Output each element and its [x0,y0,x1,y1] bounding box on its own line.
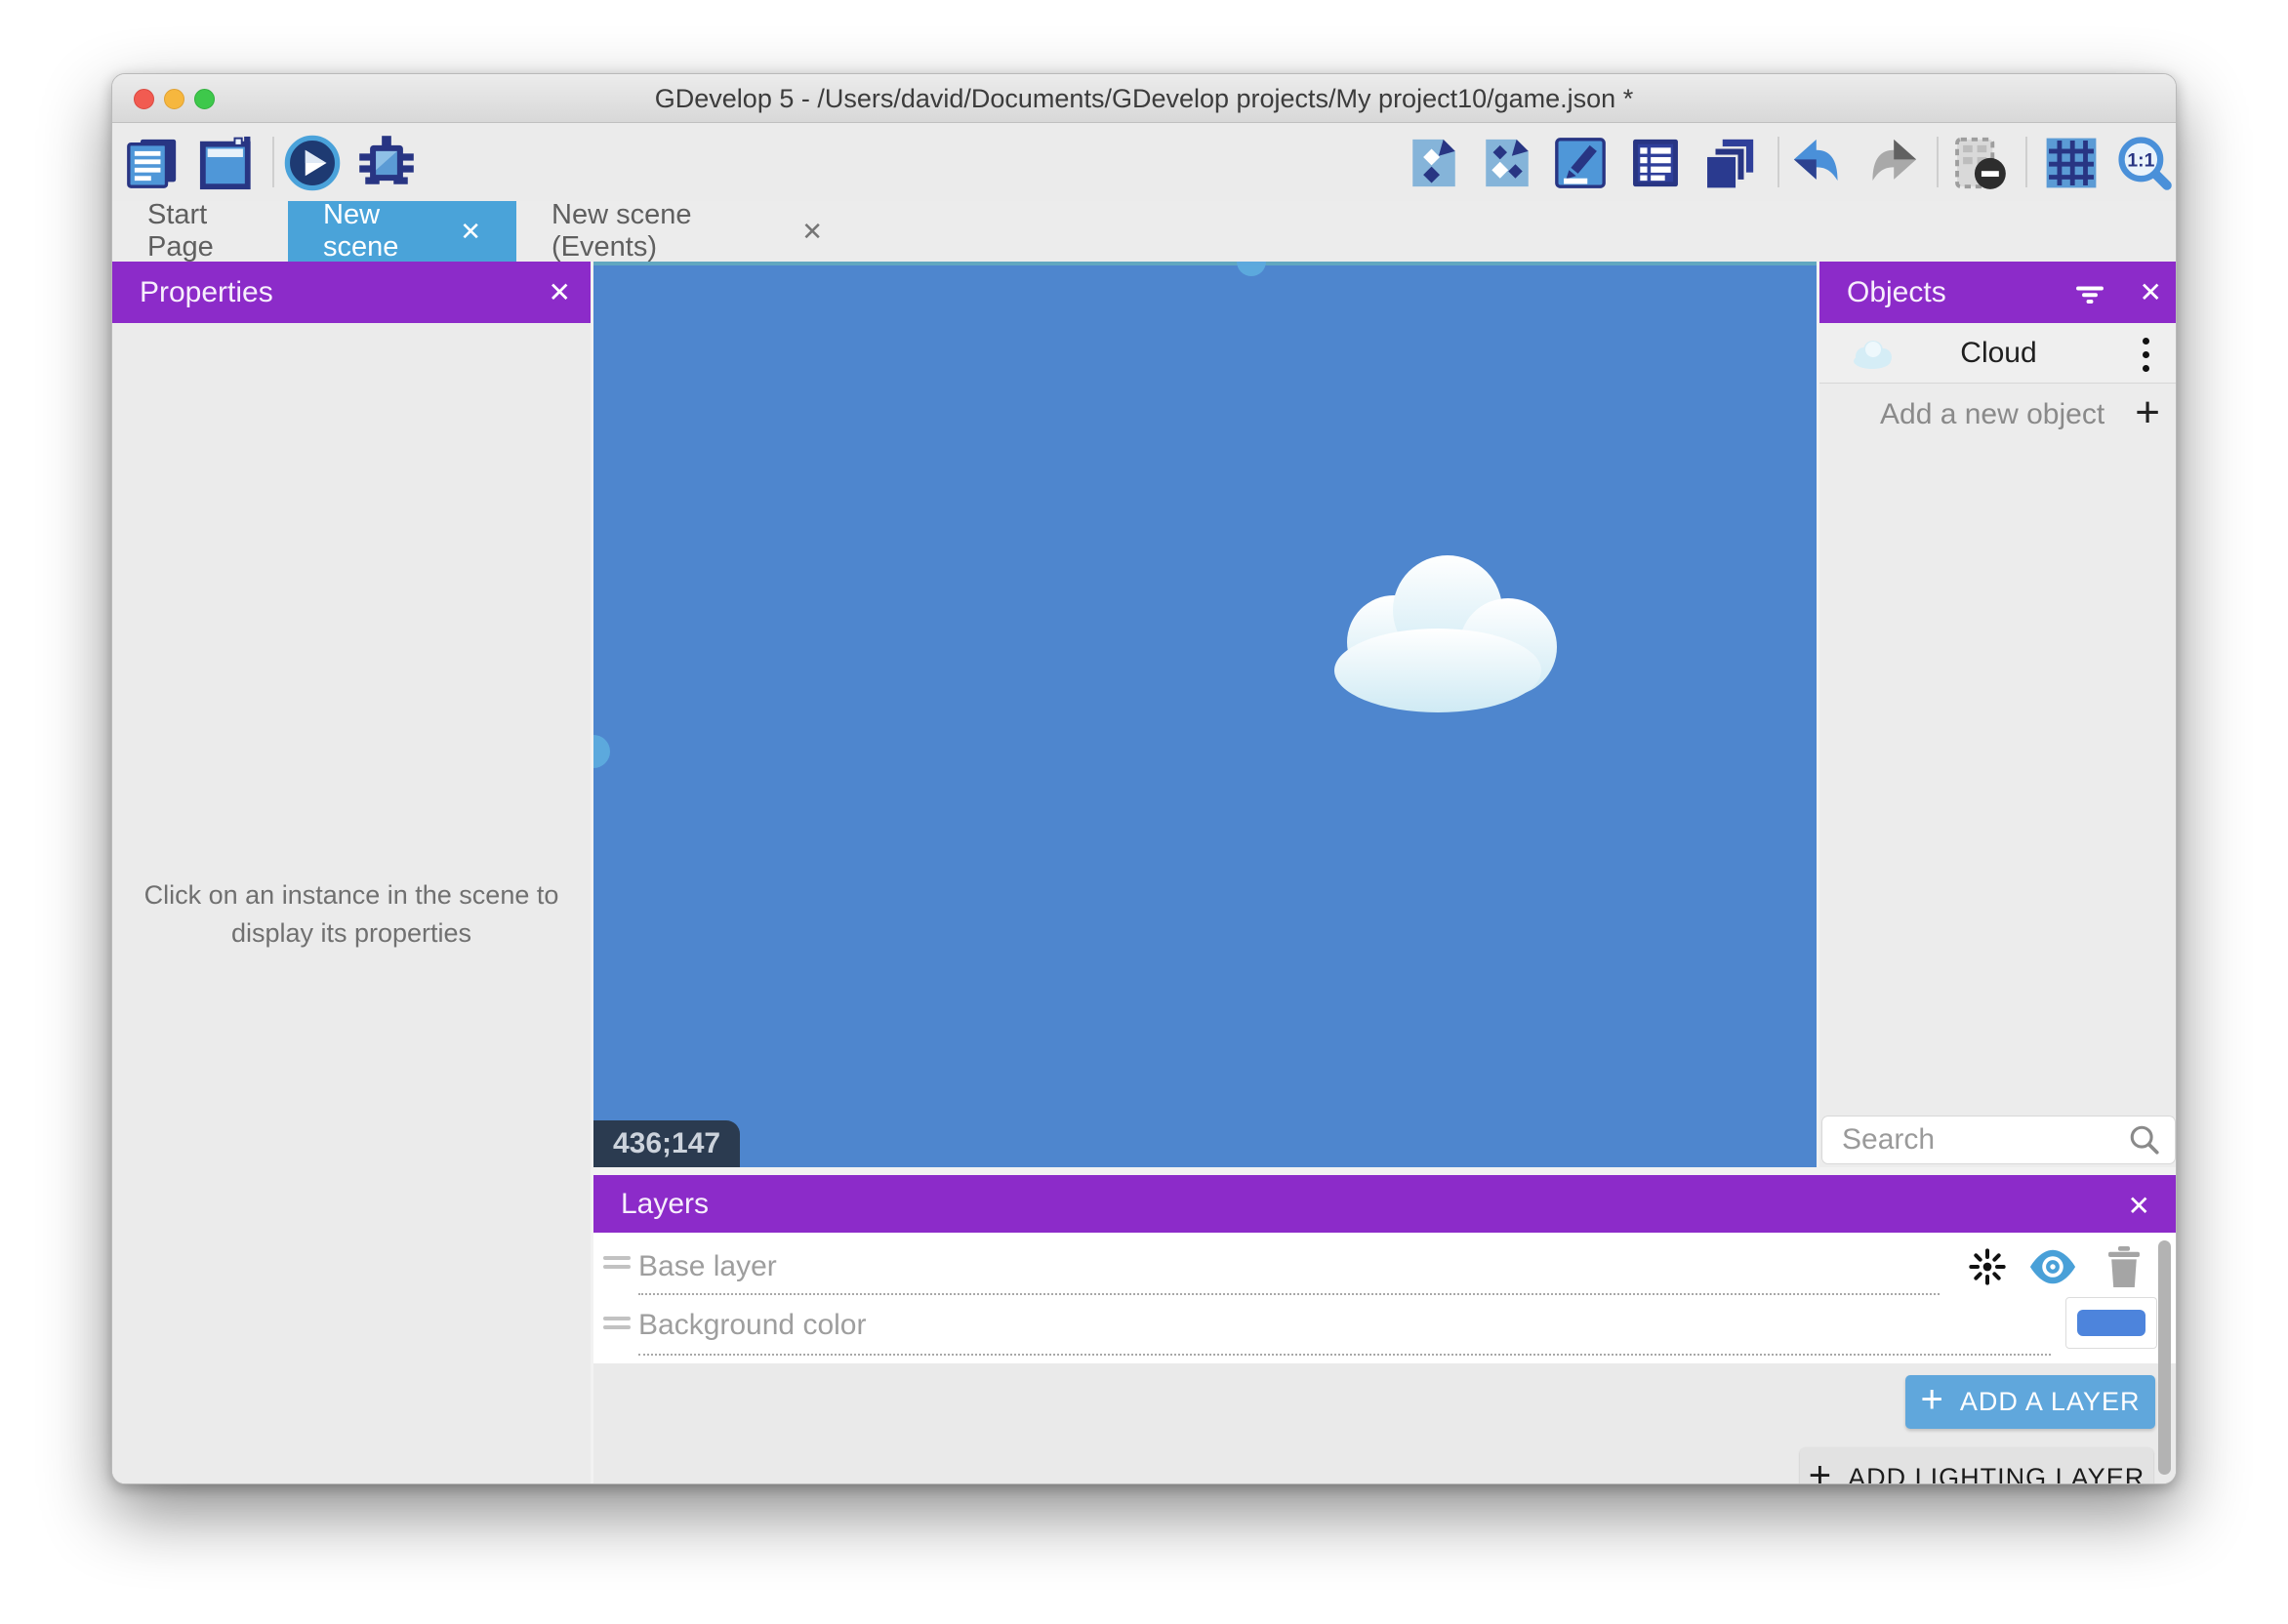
objects-header: Objects ✕ [1819,262,2177,323]
layers-panel: Layers ✕ Base layer [593,1175,2176,1483]
add-layer-label: ADD A LAYER [1960,1387,2141,1417]
cloud-object-instance[interactable] [1301,549,1574,715]
objects-panel: Objects ✕ Cloud Add [1819,262,2177,1167]
editor-content: Properties ✕ Click on an instance in the… [112,262,2176,1483]
tab-label: New scene (Events) [552,199,776,264]
undo-icon[interactable] [1789,135,1846,191]
vertical-scroll-indicator[interactable] [593,735,610,768]
instances-list-icon[interactable] [1627,135,1684,191]
editor-tabbar: Start Page New scene ✕ New scene (Events… [112,201,2176,262]
search-input[interactable] [1842,1116,2116,1163]
lighting-icon[interactable] [1968,1247,2007,1286]
layer-name-underline [638,1293,1940,1295]
plus-icon: + [1809,1454,1832,1484]
horizontal-scroll-indicator[interactable] [1237,262,1266,276]
properties-empty-message: Click on an instance in the scene to dis… [137,876,566,953]
redo-icon[interactable] [1864,135,1921,191]
close-icon[interactable]: ✕ [549,262,571,323]
close-icon[interactable]: ✕ [2140,262,2162,323]
delete-trash-icon[interactable] [2104,1245,2144,1288]
object-menu-icon[interactable] [2129,333,2162,376]
toolbar-separator [1937,137,1939,187]
tab-start-page[interactable]: Start Page [112,201,288,262]
toolbar-separator [1777,137,1779,187]
object-list-item-cloud[interactable]: Cloud [1819,323,2177,384]
layers-list: Base layer [593,1233,2176,1363]
layers-scrollbar[interactable] [2158,1240,2171,1475]
main-toolbar: 1:1 [112,123,2176,201]
add-new-object-button[interactable]: Add a new object + [1819,384,2177,445]
plus-icon: + [2135,384,2160,445]
objects-search-box [1822,1116,2175,1163]
tab-new-scene[interactable]: New scene ✕ [288,201,516,262]
layers-list-icon[interactable] [1701,135,1758,191]
window-title: GDevelop 5 - /Users/david/Documents/GDev… [112,74,2176,123]
object-name: Cloud [1819,323,2177,384]
close-icon[interactable]: ✕ [2128,1175,2150,1237]
gdevelop-window: GDevelop 5 - /Users/david/Documents/GDev… [111,73,2177,1484]
zoom-1-1-icon[interactable]: 1:1 [2116,135,2173,191]
layer-name-underline [638,1354,2051,1356]
toggle-mask-icon[interactable] [1951,135,2008,191]
close-tab-icon[interactable]: ✕ [460,217,481,247]
tab-new-scene-events[interactable]: New scene (Events) ✕ [516,201,858,262]
drag-handle-icon[interactable] [603,1256,631,1270]
drag-handle-icon[interactable] [603,1317,631,1330]
layers-title: Layers [621,1188,709,1221]
visibility-eye-icon[interactable] [2028,1246,2077,1287]
layer-name-field[interactable]: Base layer [638,1250,777,1283]
svg-text:1:1: 1:1 [2127,150,2154,171]
debug-icon[interactable] [358,135,415,191]
edit-object-icon[interactable] [1406,135,1462,191]
background-color-picker[interactable] [2065,1297,2157,1349]
background-color-label[interactable]: Background color [638,1309,866,1342]
properties-title: Properties [140,276,273,309]
add-object-label: Add a new object [1880,384,2104,445]
add-layer-button[interactable]: + ADD A LAYER [1905,1375,2155,1429]
add-lighting-layer-label: ADD LIGHTING LAYER [1848,1463,2145,1484]
tab-label: New scene [323,199,434,264]
cursor-coordinates-badge: 436;147 [593,1120,740,1167]
layers-header: Layers ✕ [593,1175,2176,1233]
tab-label: Start Page [147,199,253,264]
toolbar-separator [272,137,274,187]
project-manager-icon[interactable] [124,135,181,191]
add-lighting-layer-button[interactable]: + ADD LIGHTING LAYER [1800,1447,2153,1483]
edit-object-groups-icon[interactable] [1479,135,1535,191]
objects-title: Objects [1847,276,1946,309]
close-tab-icon[interactable]: ✕ [801,217,823,247]
scene-canvas[interactable]: 436;147 [593,262,1817,1167]
preview-window-icon[interactable] [198,135,255,191]
filter-icon[interactable] [2072,275,2107,310]
color-swatch [2077,1310,2145,1336]
edit-scene-properties-icon[interactable] [1552,135,1609,191]
search-icon [2128,1123,2161,1157]
properties-panel: Properties ✕ Click on an instance in the… [112,262,591,1483]
toolbar-separator [2025,137,2027,187]
title-bar: GDevelop 5 - /Users/david/Documents/GDev… [112,74,2176,123]
plus-icon: + [1921,1378,1944,1422]
canvas-top-edge [593,262,1817,265]
play-preview-icon[interactable] [284,135,341,191]
properties-header: Properties ✕ [112,262,591,323]
toggle-grid-icon[interactable] [2043,135,2100,191]
